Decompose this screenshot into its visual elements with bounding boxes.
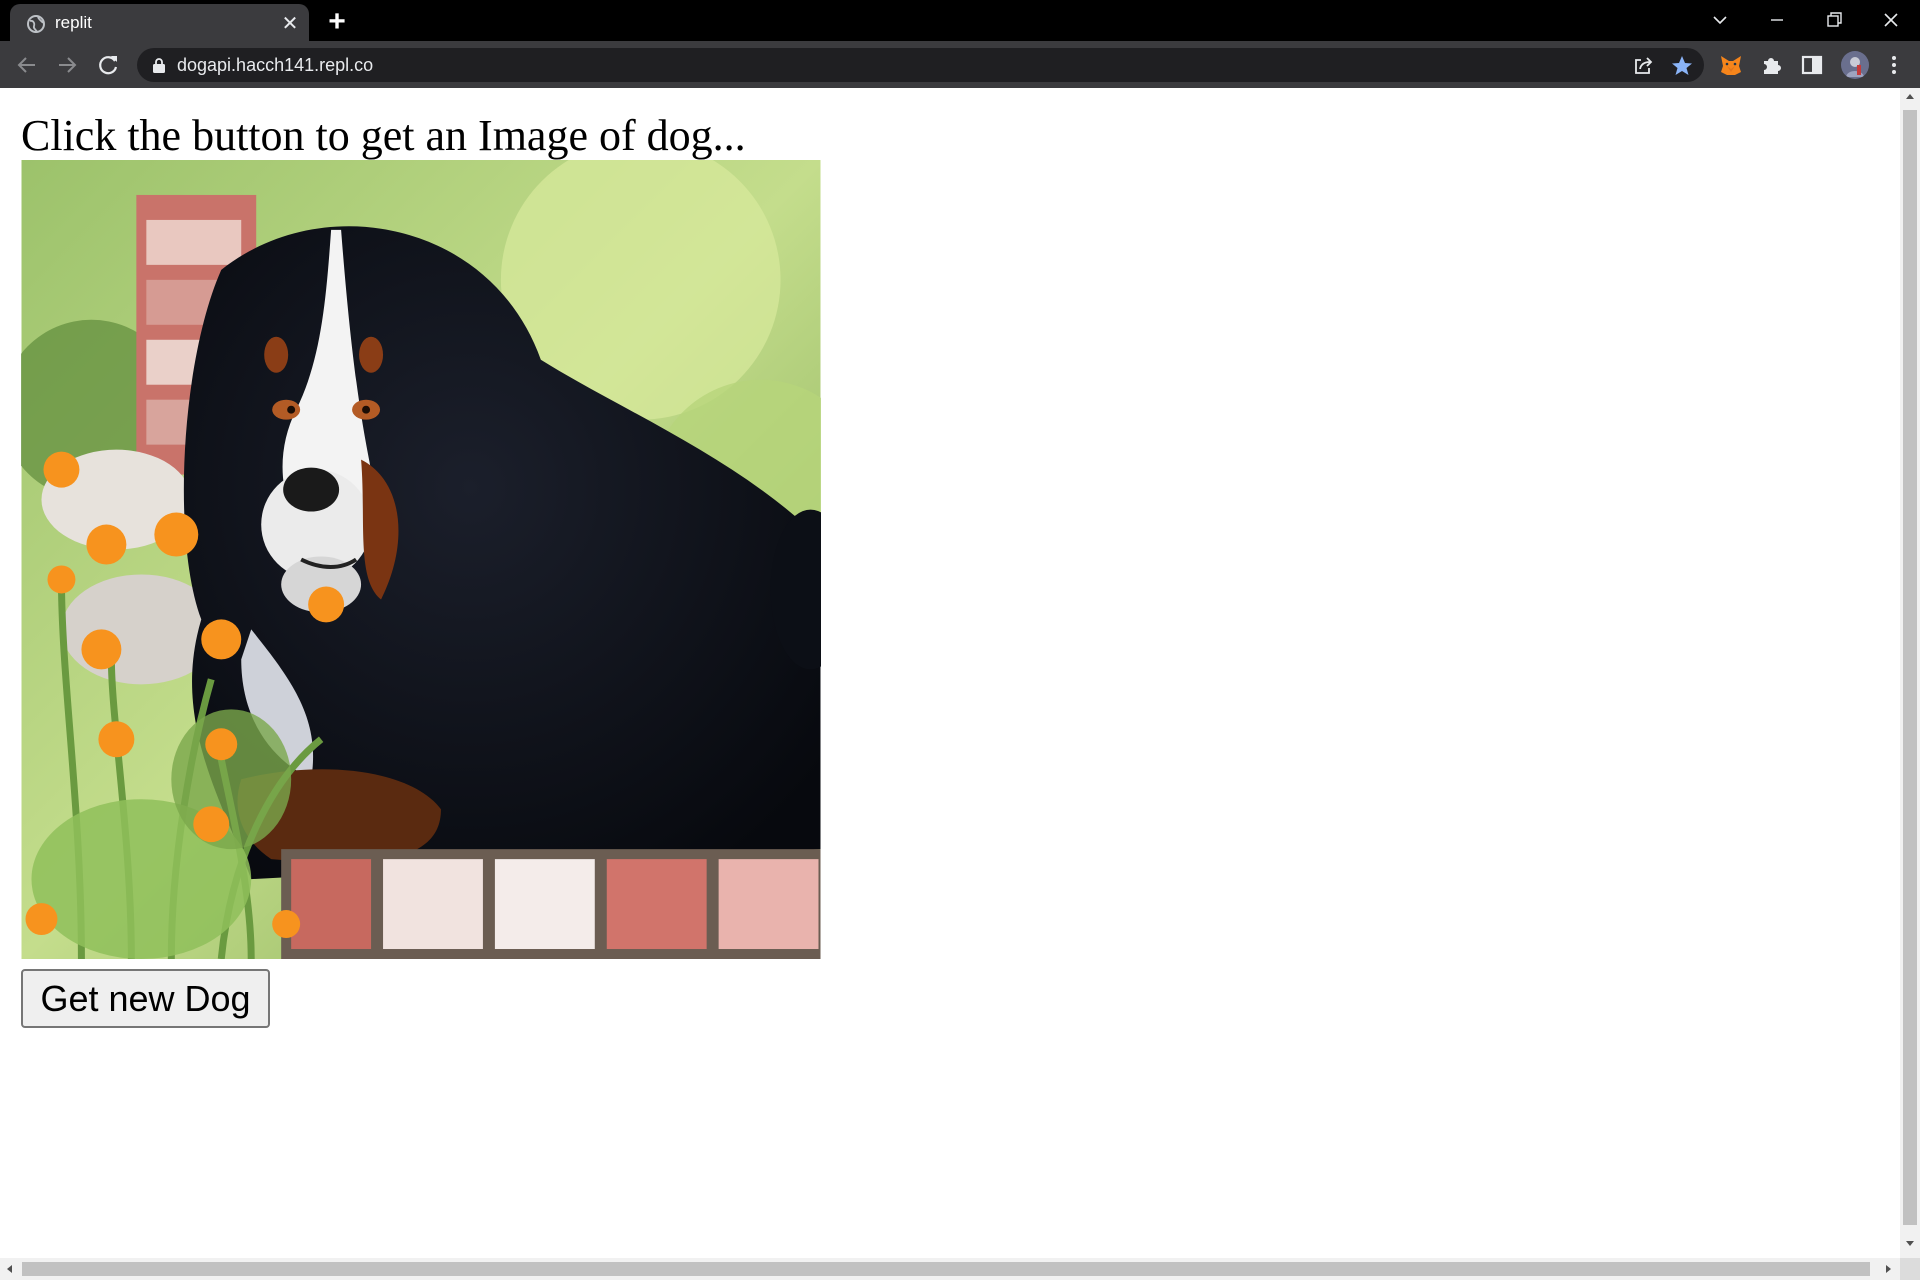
restore-icon[interactable] (1813, 4, 1853, 36)
page-content: Click the button to get an Image of dog.… (0, 88, 1900, 1258)
browser-toolbar: dogapi.hacch141.repl.co (0, 41, 1920, 88)
metamask-extension-icon[interactable] (1718, 52, 1744, 78)
new-tab-icon[interactable]: + (322, 7, 352, 37)
reload-icon[interactable] (93, 50, 123, 80)
minimize-icon[interactable] (1757, 4, 1797, 36)
url-text[interactable]: dogapi.hacch141.repl.co (177, 55, 373, 76)
tab-search-icon[interactable] (1700, 4, 1740, 36)
share-icon[interactable] (1631, 54, 1655, 78)
address-bar[interactable]: dogapi.hacch141.repl.co (137, 48, 1704, 82)
profile-avatar-icon (1841, 51, 1869, 79)
side-panel-icon[interactable] (1799, 52, 1825, 78)
horizontal-scroll-thumb[interactable] (22, 1262, 1870, 1276)
back-icon[interactable] (12, 50, 42, 80)
browser-tab[interactable]: replit ✕ (10, 4, 309, 41)
scrollbar-corner (1900, 1258, 1920, 1280)
globe-icon (27, 15, 45, 33)
page-heading: Click the button to get an Image of dog.… (21, 111, 746, 160)
close-tab-icon[interactable]: ✕ (278, 12, 302, 36)
horizontal-scrollbar[interactable] (0, 1258, 1900, 1280)
extensions-puzzle-icon[interactable] (1759, 52, 1785, 78)
bookmark-star-icon[interactable] (1670, 54, 1694, 78)
close-window-icon[interactable] (1871, 4, 1911, 36)
scroll-up-arrow[interactable] (1906, 94, 1914, 99)
dog-image (21, 160, 821, 959)
avatar[interactable] (1841, 51, 1869, 79)
vertical-scroll-thumb[interactable] (1903, 110, 1917, 1225)
vertical-scrollbar[interactable] (1900, 88, 1920, 1258)
menu-kebab-icon[interactable] (1881, 52, 1907, 78)
scroll-left-arrow[interactable] (7, 1265, 12, 1273)
tab-title: replit (55, 13, 92, 32)
scroll-right-arrow[interactable] (1886, 1265, 1891, 1273)
forward-icon[interactable] (52, 50, 82, 80)
dog-photo (21, 160, 821, 959)
get-new-dog-button[interactable]: Get new Dog (21, 969, 270, 1028)
lock-icon[interactable] (151, 57, 167, 74)
browser-titlebar: replit ✕ + (0, 0, 1920, 41)
scroll-down-arrow[interactable] (1906, 1241, 1914, 1246)
